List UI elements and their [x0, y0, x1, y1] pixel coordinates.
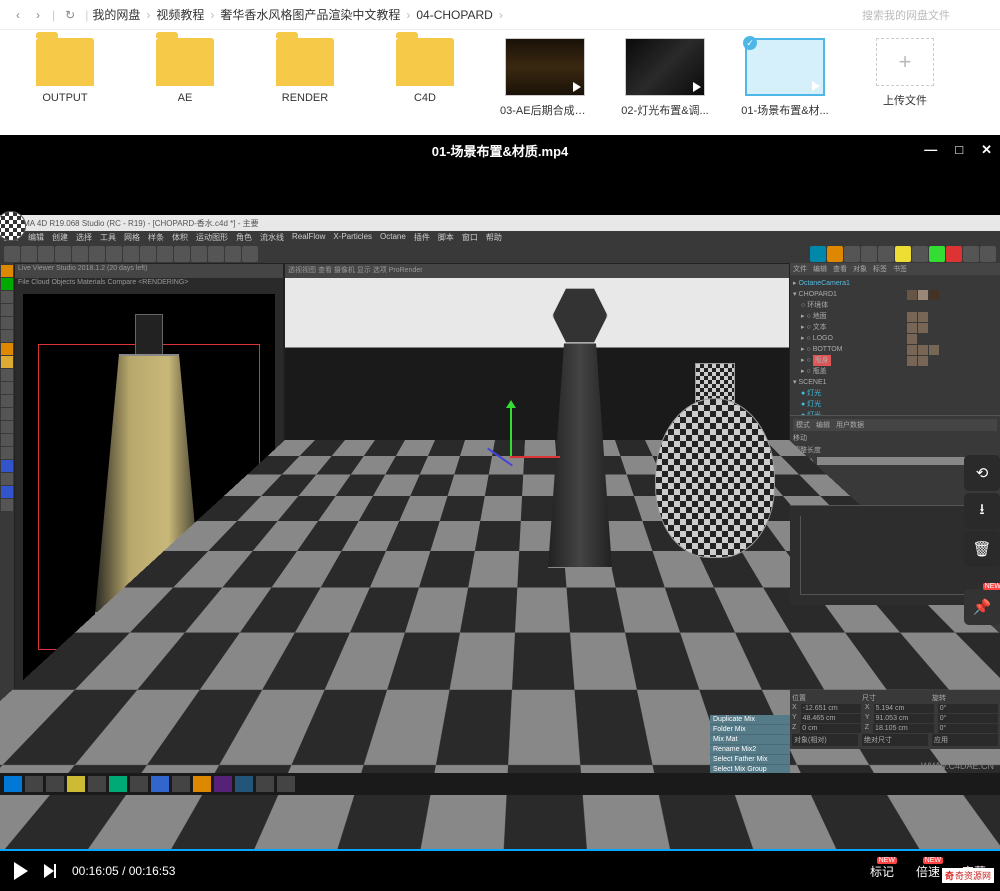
video-file-03[interactable]: 03-AE后期合成&...: [500, 38, 590, 127]
gizmo-x-axis: [510, 456, 560, 458]
left-toolbar: [0, 263, 14, 741]
video-player-bar: 00:16:05 / 00:16:53 NEW标记 NEW倍速 字幕: [0, 849, 1000, 891]
delete-button[interactable]: 🗑: [964, 531, 1000, 567]
scene-tabs: 文件编辑查看对象标签书签: [790, 263, 1000, 275]
marker-button[interactable]: NEW标记: [870, 863, 894, 880]
play-icon: [693, 82, 701, 92]
folder-c4d[interactable]: C4D: [380, 38, 470, 127]
coordinate-manager: 位置尺寸旋转 X-12.651 cmX5.194 cm0° Y48.465 cm…: [790, 690, 1000, 749]
play-button[interactable]: [14, 862, 28, 880]
breadcrumb-1[interactable]: 视频教程: [156, 6, 204, 23]
render-header: Live Viewer Studio 2018.1.2 (20 days lef…: [15, 264, 283, 278]
video-file-01[interactable]: ✓01-场景布置&材...: [740, 38, 830, 127]
scene-tree: ▸ OctaneCamera1 ▾ CHOPARD1 ○ 环境体 ▸ ○ 地面 …: [790, 275, 1000, 415]
download-button[interactable]: ⭳: [964, 493, 1000, 529]
refresh-icon[interactable]: ↻: [65, 8, 75, 22]
video-title: 01-场景布置&材质.mp4: [432, 141, 569, 160]
separator: |: [52, 8, 55, 22]
viewport-scene: 网格式距: 100 cm: [285, 278, 789, 740]
folder-icon: [36, 38, 94, 86]
c4d-menu-bar: 文件编辑创建选择工具网格样条体积运动图形角色流水线RealFlowX-Parti…: [0, 231, 1000, 245]
video-thumbnail: [625, 38, 705, 96]
breadcrumb-2[interactable]: 奢华香水风格图产品渲染中文教程: [220, 6, 400, 23]
search-input[interactable]: 搜索我的网盘文件: [862, 7, 992, 23]
gizmo-y-axis: [510, 408, 512, 458]
site-logo: 奇奇资源网: [942, 868, 994, 883]
separator: |: [85, 8, 88, 22]
time-display: 00:16:05 / 00:16:53: [72, 864, 175, 878]
c4d-toolbar: [0, 245, 1000, 263]
c4d-window-title: CINEMA 4D R19.068 Studio (RC - R19) - [C…: [0, 215, 1000, 231]
video-thumbnail-selected: ✓: [745, 38, 825, 96]
nav-forward-icon[interactable]: ›: [28, 5, 48, 25]
minimize-button[interactable]: —: [924, 142, 937, 158]
c4d-screenshot: CINEMA 4D R19.068 Studio (RC - R19) - [C…: [0, 215, 1000, 795]
share-icon: ⟲: [976, 464, 989, 482]
viewer-side-tools: ⟲ ⭳ 🗑 NEW📌: [964, 455, 1000, 625]
file-grid: OUTPUT AE RENDER C4D 03-AE后期合成&... 02-灯光…: [0, 30, 1000, 135]
close-button[interactable]: ✕: [981, 142, 992, 158]
share-button[interactable]: ⟲: [964, 455, 1000, 491]
viewer-titlebar: 01-场景布置&材质.mp4 — □ ✕: [0, 135, 1000, 165]
breadcrumb-root[interactable]: 我的网盘: [92, 6, 140, 23]
pin-icon: 📌: [973, 598, 992, 616]
pin-button[interactable]: NEW📌: [964, 589, 1000, 625]
folder-ae[interactable]: AE: [140, 38, 230, 127]
maximize-button[interactable]: □: [955, 142, 963, 158]
upload-button[interactable]: +上传文件: [860, 38, 950, 127]
windows-taskbar: [0, 773, 1000, 795]
round-bottle-mesh: [655, 398, 775, 558]
video-viewer: 01-场景布置&材质.mp4 — □ ✕ CINEMA 4D R19.068 S…: [0, 135, 1000, 891]
next-button[interactable]: [44, 864, 56, 878]
folder-icon: [156, 38, 214, 86]
top-navigation: ‹ › | ↻ | 我的网盘 › 视频教程 › 奢华香水风格图产品渲染中文教程 …: [0, 0, 1000, 30]
folder-icon: [396, 38, 454, 86]
bottle-mesh-1: [525, 288, 635, 568]
folder-render[interactable]: RENDER: [260, 38, 350, 127]
nav-back-icon[interactable]: ‹: [8, 5, 28, 25]
check-icon: ✓: [743, 36, 757, 50]
viewport-header: 透视视图 查看 摄像机 显示 选项 ProRender: [285, 264, 789, 278]
download-icon: ⭳: [979, 499, 984, 524]
folder-output[interactable]: OUTPUT: [20, 38, 110, 127]
play-icon: [573, 82, 581, 92]
c4d-viewport: 透视视图 查看 摄像机 显示 选项 ProRender 网格式距: 100 cm: [284, 263, 790, 741]
round-bottle-cap: [695, 363, 735, 403]
plus-icon: +: [876, 38, 934, 86]
speed-button[interactable]: NEW倍速: [916, 863, 940, 880]
play-icon: [812, 81, 820, 91]
trash-icon: 🗑: [972, 540, 991, 558]
folder-icon: [276, 38, 334, 86]
video-file-02[interactable]: 02-灯光布置&调...: [620, 38, 710, 127]
breadcrumb-3[interactable]: 04-CHOPARD: [416, 8, 492, 22]
new-badge: NEW: [983, 583, 1000, 590]
video-thumbnail: [505, 38, 585, 96]
watermark: WWW.C4DAE.CN: [921, 761, 994, 771]
